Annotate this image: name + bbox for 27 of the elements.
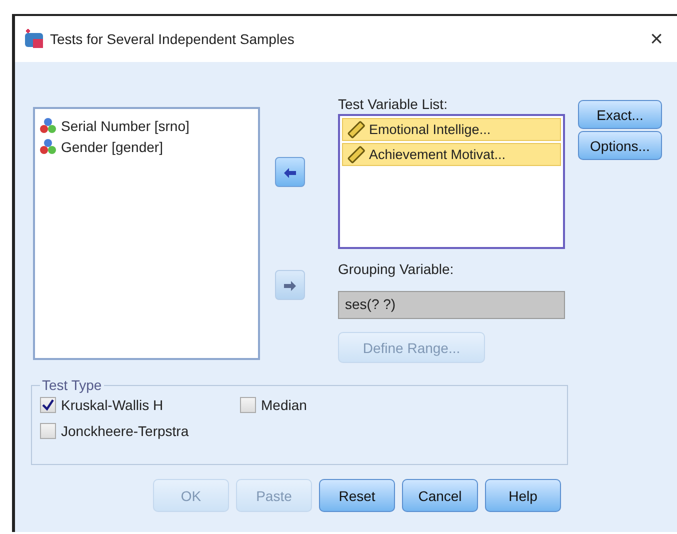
arrow-right-icon: [283, 279, 297, 291]
arrow-left-icon: [283, 166, 297, 178]
side-button[interactable]: Options...: [578, 131, 662, 160]
test-variable-list[interactable]: Emotional Intellige... Achievement Motivat...: [338, 114, 565, 249]
window-title: Tests for Several Independent Samples: [50, 31, 296, 47]
group-label: Test Type: [41, 377, 103, 393]
list-item[interactable]: Achievement Motivat...: [342, 143, 561, 166]
app-icon: [23, 29, 45, 49]
variable-list[interactable]: Serial Number [srno] Gender [gender]: [33, 107, 260, 360]
list-item[interactable]: Emotional Intellige...: [342, 118, 561, 141]
dialog-button[interactable]: Help: [485, 479, 561, 512]
list-item[interactable]: Serial Number [srno]: [61, 118, 190, 134]
close-button[interactable]: ×: [650, 26, 663, 52]
dialog-button[interactable]: Cancel: [402, 479, 478, 512]
nominal-variable-icon: [39, 116, 57, 134]
list-item[interactable]: Gender [gender]: [61, 138, 163, 154]
checkbox[interactable]: Kruskal-Wallis H: [40, 397, 240, 413]
checkbox[interactable]: Jonckheere-Terpstra: [40, 423, 240, 439]
grouping-variable-field[interactable]: ses(? ?): [338, 291, 565, 319]
list-label: Test Variable List:: [338, 96, 448, 114]
nominal-variable-icon: [39, 138, 57, 156]
side-button[interactable]: Exact...: [578, 100, 662, 129]
dialog-button[interactable]: Reset: [319, 479, 395, 512]
move-button[interactable]: [275, 157, 305, 187]
checkbox[interactable]: Median: [240, 397, 390, 413]
field-label: Grouping Variable:: [338, 261, 455, 279]
checkmark-icon: [42, 399, 54, 411]
